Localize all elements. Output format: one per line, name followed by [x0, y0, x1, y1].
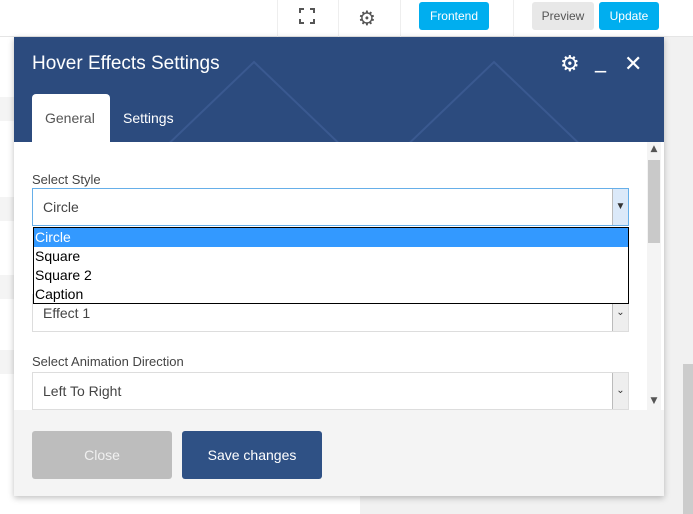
close-button[interactable]: Close	[32, 431, 172, 479]
divider	[277, 0, 278, 37]
select-style-label: Select Style	[32, 172, 101, 187]
select-direction-dropdown[interactable]: Left To Right ⌄	[32, 372, 629, 410]
page-scrollbar[interactable]	[683, 364, 693, 514]
top-toolbar: ⚙ Frontend Preview Update	[0, 0, 693, 37]
close-icon[interactable]: ✕	[624, 53, 642, 77]
tab-general[interactable]: General	[32, 94, 110, 142]
modal-body: Select Style Circle ▼ Effect 1 ⌄ Circle …	[14, 142, 664, 410]
scroll-thumb[interactable]	[648, 160, 660, 243]
gear-icon[interactable]: ⚙	[560, 53, 580, 77]
gear-icon[interactable]: ⚙	[355, 6, 379, 30]
fullscreen-icon[interactable]	[295, 6, 319, 30]
option-circle[interactable]: Circle	[34, 228, 628, 247]
chevron-down-icon: ⌄	[612, 373, 628, 409]
divider	[513, 0, 514, 37]
select-effect-value: Effect 1	[43, 305, 91, 321]
background-row	[0, 97, 14, 121]
modal-footer: Close Save changes	[14, 410, 664, 496]
style-options-list: Circle Square Square 2 Caption	[33, 227, 629, 304]
tab-settings[interactable]: Settings	[110, 94, 187, 142]
divider	[338, 0, 339, 37]
scroll-down-icon[interactable]: ▼	[647, 396, 661, 406]
modal-header: Hover Effects Settings ⚙ _ ✕ General Set…	[14, 37, 664, 142]
select-style-dropdown[interactable]: Circle ▼	[32, 188, 629, 226]
preview-button[interactable]: Preview	[532, 2, 594, 30]
background-row	[0, 197, 14, 221]
update-button[interactable]: Update	[599, 2, 659, 30]
save-changes-button[interactable]: Save changes	[182, 431, 322, 479]
option-square[interactable]: Square	[34, 247, 628, 266]
minimize-icon[interactable]: _	[595, 49, 606, 73]
select-direction-label: Select Animation Direction	[32, 354, 184, 369]
background-row	[0, 350, 14, 374]
chevron-down-icon: ▼	[612, 189, 628, 225]
frontend-button[interactable]: Frontend	[419, 2, 489, 30]
divider	[400, 0, 401, 37]
hover-effects-settings-modal: Hover Effects Settings ⚙ _ ✕ General Set…	[14, 37, 664, 496]
option-square-2[interactable]: Square 2	[34, 266, 628, 285]
modal-title: Hover Effects Settings	[32, 53, 220, 74]
option-caption[interactable]: Caption	[34, 285, 628, 304]
scroll-up-icon[interactable]: ▲	[647, 144, 661, 154]
background-row	[0, 275, 14, 299]
select-style-value: Circle	[43, 199, 79, 215]
select-direction-value: Left To Right	[43, 383, 122, 399]
modal-scrollbar[interactable]: ▲ ▼	[647, 142, 661, 410]
